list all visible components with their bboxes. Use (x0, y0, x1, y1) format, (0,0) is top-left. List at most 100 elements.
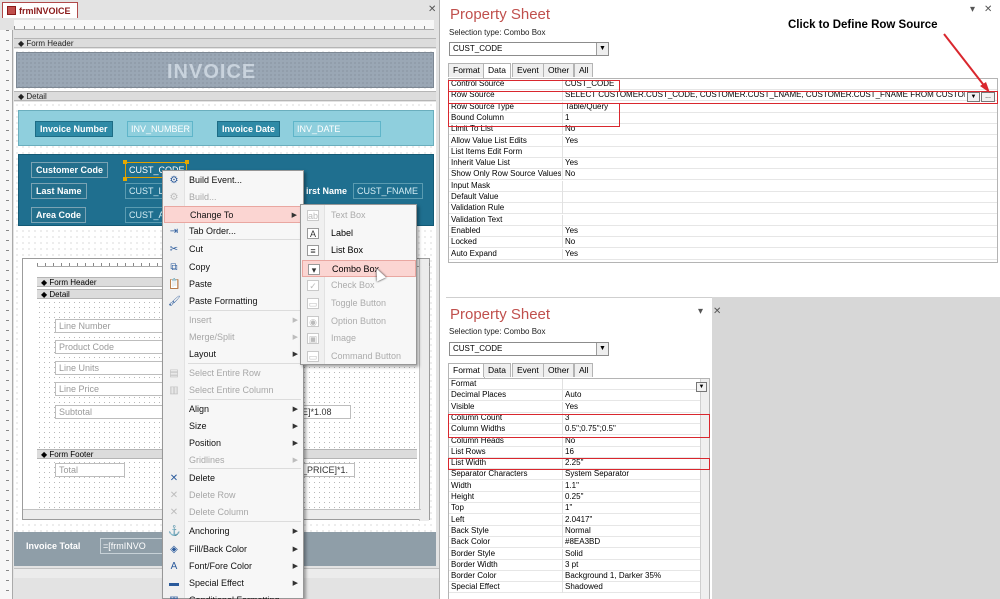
property-value[interactable]: Shadowed (565, 582, 693, 592)
invoice-date-label[interactable]: Invoice Date (217, 121, 281, 137)
menu-item-size[interactable]: Size ▶ (164, 418, 303, 435)
property-row-height[interactable]: Height 0.25" (449, 492, 709, 503)
property-row-limit-to-list[interactable]: Limit To List No (449, 124, 997, 136)
menu-item-select-entire-column[interactable]: ▥ Select Entire Column (164, 382, 303, 399)
dropdown-arrow-icon[interactable]: ▾ (698, 306, 703, 317)
property-row-list-rows[interactable]: List Rows 16 (449, 446, 709, 458)
line-units-field[interactable]: Line Units (55, 361, 165, 375)
menu-item-merge-split[interactable]: Merge/Split ▶ (164, 329, 303, 346)
property-row-back-color[interactable]: Back Color #8EA3BD (449, 537, 709, 549)
area-code-field[interactable]: CUST_A (125, 207, 165, 223)
menu-item-conditional-formatting[interactable]: ▦ Conditional Formatting... (164, 592, 303, 599)
tab-event[interactable]: Event (512, 363, 544, 377)
menu-item-build[interactable]: ⚙ Build... (164, 189, 303, 206)
invoice-number-label[interactable]: Invoice Number (35, 121, 113, 137)
property-value[interactable]: No (565, 436, 693, 446)
change-to-toggle-button[interactable]: ▭ Toggle Button (302, 295, 416, 312)
menu-item-delete[interactable]: ✕ Delete (164, 470, 303, 487)
menu-item-anchoring[interactable]: ⚓ Anchoring ▶ (164, 523, 303, 540)
property-value[interactable]: Yes (565, 402, 693, 412)
property-value[interactable]: Solid (565, 549, 693, 559)
property-row-border-width[interactable]: Border Width 3 pt (449, 559, 709, 571)
property-value[interactable]: #8EA3BD (565, 537, 693, 547)
menu-item-fill-back-color[interactable]: ◈ Fill/Back Color ▶ (164, 541, 303, 558)
menu-item-delete-row[interactable]: ✕ Delete Row (164, 487, 303, 504)
property-value[interactable]: Yes (565, 136, 965, 146)
tab-other[interactable]: Other (543, 363, 575, 377)
property-row-bound-column[interactable]: Bound Column 1 (449, 112, 997, 124)
area-code-label[interactable]: Area Code (31, 207, 87, 223)
property-row-default-value[interactable]: Default Value (449, 192, 997, 203)
property-row-visible[interactable]: Visible Yes (449, 401, 709, 413)
property-row-input-mask[interactable]: Input Mask (449, 180, 997, 192)
property-row-show-only-row-source-values[interactable]: Show Only Row Source Values No (449, 169, 997, 181)
property-row-inherit-value-list[interactable]: Inherit Value List Yes (449, 158, 997, 170)
line-price-field[interactable]: Line Price (55, 382, 165, 396)
menu-item-layout[interactable]: Layout ▶ (164, 346, 303, 363)
menu-item-select-entire-row[interactable]: ▤ Select Entire Row (164, 365, 303, 382)
property-row-allow-value-list-edits[interactable]: Allow Value List Edits Yes (449, 135, 997, 147)
menu-item-align[interactable]: Align ▶ (164, 401, 303, 418)
format-dropdown-button[interactable]: ▼ (696, 382, 707, 392)
subtotal-field[interactable]: Subtotal (55, 405, 165, 419)
property-row-top[interactable]: Top 1" (449, 503, 709, 515)
property-row-enabled[interactable]: Enabled Yes (449, 225, 997, 237)
change-to-text-box[interactable]: ab Text Box (302, 207, 416, 224)
close-icon[interactable]: ✕ (713, 306, 721, 317)
change-to-image[interactable]: ▣ Image (302, 330, 416, 347)
property-row-locked[interactable]: Locked No (449, 237, 997, 249)
menu-item-special-effect[interactable]: ▬ Special Effect ▶ (164, 575, 303, 592)
resize-handle[interactable] (123, 177, 127, 181)
resize-handle[interactable] (123, 160, 127, 164)
subform-vertical-scrollbar[interactable] (419, 259, 429, 521)
property-row-column-count[interactable]: Column Count 3 (449, 412, 709, 424)
property-value[interactable]: 2.0417" (565, 515, 693, 525)
invoice-number-field[interactable]: INV_NUMBER (127, 121, 193, 137)
tab-all[interactable]: All (574, 363, 594, 377)
change-to-check-box[interactable]: ✓ Check Box (302, 277, 416, 294)
property-row-left[interactable]: Left 2.0417" (449, 514, 709, 526)
property-value[interactable]: 1" (565, 503, 693, 513)
product-code-field[interactable]: Product Code (55, 340, 165, 354)
property-row-validation-rule[interactable]: Validation Rule (449, 203, 997, 215)
menu-item-insert[interactable]: Insert ▶ (164, 312, 303, 329)
menu-item-tab-order[interactable]: ⇥ Tab Order... (164, 223, 303, 240)
property-row-format[interactable]: Format (449, 379, 709, 390)
property-value[interactable]: No (565, 169, 965, 179)
menu-item-delete-column[interactable]: ✕ Delete Column (164, 504, 303, 521)
first-name-field[interactable]: CUST_FNAME (353, 183, 423, 199)
property-row-validation-text[interactable]: Validation Text (449, 214, 997, 226)
menu-item-change-to[interactable]: Change To ▶ (164, 206, 303, 223)
property-row-back-style[interactable]: Back Style Normal (449, 525, 709, 537)
menu-item-position[interactable]: Position ▶ (164, 435, 303, 452)
invoice-total-label[interactable]: Invoice Total (26, 541, 80, 551)
last-name-field[interactable]: CUST_L (125, 183, 165, 199)
property-value[interactable]: 0.5";0.75";0.5" (565, 424, 693, 434)
property-value[interactable]: No (565, 124, 965, 134)
last-name-label[interactable]: Last Name (31, 183, 87, 199)
property-row-auto-expand[interactable]: Auto Expand Yes (449, 248, 997, 260)
menu-item-build-event[interactable]: ⚙ Build Event... (164, 172, 303, 189)
property-row-column-heads[interactable]: Column Heads No (449, 435, 709, 447)
property-value[interactable]: 16 (565, 447, 693, 457)
change-to-combo-box[interactable]: ▾ Combo Box (302, 259, 416, 277)
change-to-list-box[interactable]: ≡ List Box (302, 242, 416, 259)
menu-item-paste[interactable]: 📋 Paste (164, 276, 303, 293)
menu-item-font-fore-color[interactable]: A Font/Fore Color ▶ (164, 558, 303, 575)
property-value[interactable]: Yes (565, 249, 965, 259)
menu-item-gridlines[interactable]: Gridlines ▶ (164, 452, 303, 469)
property-row-column-widths[interactable]: Column Widths 0.5";0.75";0.5" (449, 424, 709, 436)
total-label[interactable]: Total (55, 463, 125, 477)
property-row-border-style[interactable]: Border Style Solid (449, 548, 709, 560)
property-value[interactable]: Normal (565, 526, 693, 536)
change-to-option-button[interactable]: ◉ Option Button (302, 313, 416, 330)
resize-handle[interactable] (185, 160, 189, 164)
change-to-command-button[interactable]: ▭ Command Button (302, 348, 416, 365)
property-value[interactable]: Yes (565, 158, 965, 168)
control-selector-combo[interactable]: CUST_CODE ▼ (449, 342, 609, 356)
property-value[interactable]: Background 1, Darker 35% (565, 571, 693, 581)
tab-format[interactable]: Format (448, 363, 485, 378)
property-value[interactable]: 1 (565, 113, 965, 123)
subtotal-expression[interactable]: E]*1.08 (299, 405, 351, 419)
property-value[interactable]: Yes (565, 226, 965, 236)
